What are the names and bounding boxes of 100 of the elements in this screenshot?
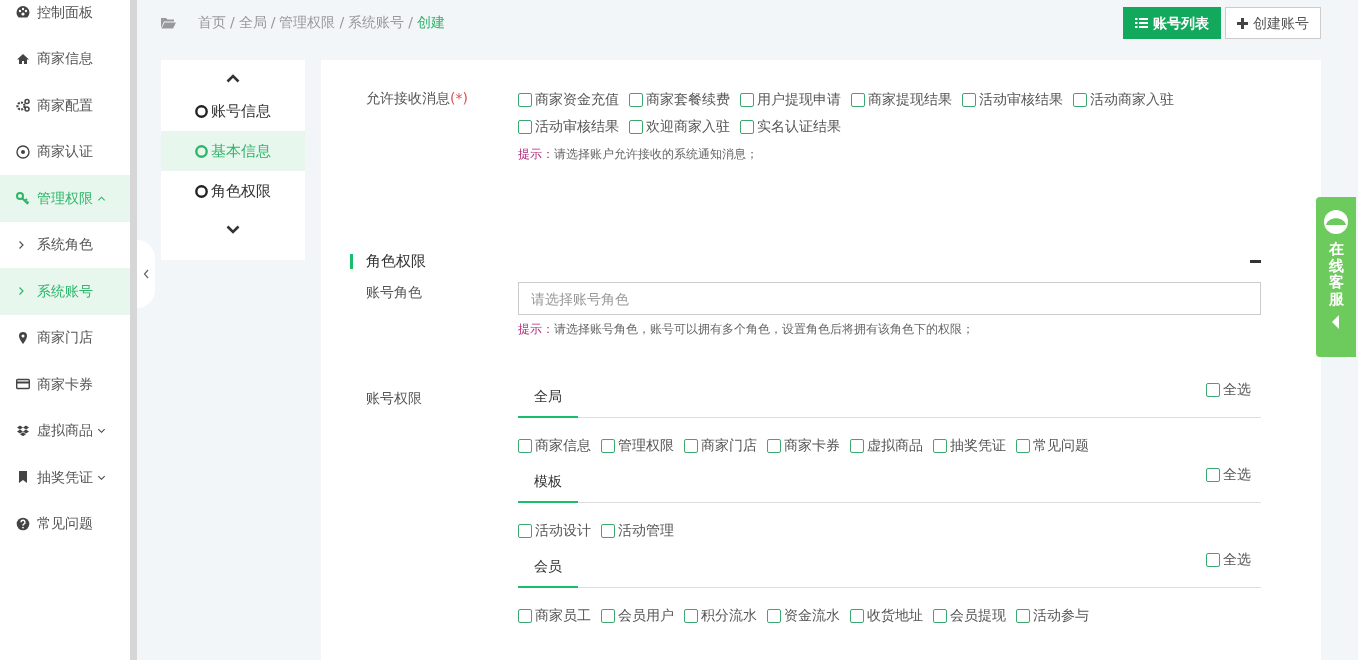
step-nav-item[interactable]: 角色权限 bbox=[161, 171, 305, 211]
key-icon bbox=[16, 191, 30, 206]
checkbox[interactable] bbox=[601, 438, 615, 453]
checkbox[interactable] bbox=[601, 608, 615, 623]
caret-down-icon bbox=[97, 426, 106, 436]
service-label: 在线客服 bbox=[1328, 241, 1344, 307]
question-icon bbox=[16, 516, 30, 531]
select-all-option[interactable]: 全选 bbox=[1206, 546, 1251, 573]
gears-icon bbox=[16, 98, 30, 113]
checkbox[interactable] bbox=[518, 608, 532, 623]
checkbox[interactable] bbox=[1206, 382, 1220, 397]
checkbox[interactable] bbox=[933, 608, 947, 623]
group-tab[interactable]: 模板 bbox=[518, 461, 578, 503]
permission-option[interactable]: 会员提现 bbox=[933, 602, 1006, 629]
permission-option[interactable]: 商家信息 bbox=[518, 432, 591, 459]
permission-option[interactable]: 活动参与 bbox=[1016, 602, 1089, 629]
checkbox[interactable] bbox=[684, 438, 698, 453]
group-tab[interactable]: 全局 bbox=[518, 376, 578, 418]
ring-icon bbox=[195, 144, 208, 158]
sidebar-item[interactable]: 常见问题 bbox=[0, 500, 130, 547]
message-option[interactable]: 商家提现结果 bbox=[851, 86, 952, 113]
checkbox[interactable] bbox=[1016, 608, 1030, 623]
gauge-icon bbox=[16, 5, 30, 20]
permission-option[interactable]: 商家员工 bbox=[518, 602, 591, 629]
sidebar-item[interactable]: 商家信息 bbox=[0, 35, 130, 82]
checkbox[interactable] bbox=[518, 119, 532, 134]
sidebar-item[interactable]: 商家配置 bbox=[0, 82, 130, 129]
permission-option[interactable]: 商家门店 bbox=[684, 432, 757, 459]
checkbox[interactable] bbox=[1206, 552, 1220, 567]
bookmark-icon bbox=[16, 470, 30, 485]
checkbox[interactable] bbox=[962, 92, 976, 107]
permission-option[interactable]: 虚拟商品 bbox=[850, 432, 923, 459]
checkbox[interactable] bbox=[1073, 92, 1087, 107]
collapse-icon[interactable] bbox=[1250, 259, 1261, 263]
permission-option[interactable]: 抽奖凭证 bbox=[933, 432, 1006, 459]
ring-icon bbox=[195, 104, 208, 118]
checkbox[interactable] bbox=[767, 608, 781, 623]
message-option[interactable]: 欢迎商家入驻 bbox=[629, 113, 730, 140]
sidebar-subitem[interactable]: 系统角色 bbox=[0, 221, 130, 268]
permission-option[interactable]: 收货地址 bbox=[850, 602, 923, 629]
checkbox[interactable] bbox=[1206, 467, 1220, 482]
message-option[interactable]: 活动审核结果 bbox=[962, 86, 1063, 113]
group-tab[interactable]: 会员 bbox=[518, 546, 578, 588]
checkbox[interactable] bbox=[684, 608, 698, 623]
chevron-down-icon bbox=[226, 225, 240, 234]
checkbox[interactable] bbox=[629, 119, 643, 134]
sidebar-item[interactable]: 抽奖凭证 bbox=[0, 454, 130, 501]
collapse-handle[interactable] bbox=[137, 240, 155, 308]
hint-label: 提示： bbox=[518, 322, 554, 336]
permission-option[interactable]: 活动设计 bbox=[518, 517, 591, 544]
role-select-field[interactable]: 请选择账号角色 bbox=[518, 282, 1261, 315]
permission-option[interactable]: 管理权限 bbox=[601, 432, 674, 459]
chevron-right-icon bbox=[18, 239, 25, 250]
sidebar-item[interactable]: 商家门店 bbox=[0, 314, 130, 361]
sidebar-item[interactable]: 商家认证 bbox=[0, 128, 130, 175]
select-all-option[interactable]: 全选 bbox=[1206, 461, 1251, 488]
permission-option[interactable]: 商家卡券 bbox=[767, 432, 840, 459]
checkbox[interactable] bbox=[1016, 438, 1030, 453]
credit-card-icon bbox=[16, 377, 30, 392]
circle-icon bbox=[16, 144, 30, 159]
message-option[interactable]: 商家套餐续费 bbox=[629, 86, 730, 113]
hint-text: 请选择账号角色，账号可以拥有多个角色，设置角色后将拥有该角色下的权限； bbox=[554, 322, 974, 336]
message-option[interactable]: 实名认证结果 bbox=[740, 113, 841, 140]
message-option[interactable]: 活动商家入驻 bbox=[1073, 86, 1174, 113]
message-option[interactable]: 商家资金充值 bbox=[518, 86, 619, 113]
permission-option[interactable]: 资金流水 bbox=[767, 602, 840, 629]
triangle-left-icon bbox=[1332, 315, 1340, 329]
message-option[interactable]: 用户提现申请 bbox=[740, 86, 841, 113]
ring-icon bbox=[195, 184, 208, 198]
permission-option[interactable]: 积分流水 bbox=[684, 602, 757, 629]
checkbox[interactable] bbox=[629, 92, 643, 107]
checkbox[interactable] bbox=[518, 438, 532, 453]
checkbox[interactable] bbox=[740, 92, 754, 107]
sidebar-item[interactable]: 虚拟商品 bbox=[0, 407, 130, 454]
checkbox[interactable] bbox=[933, 438, 947, 453]
permission-option[interactable]: 常见问题 bbox=[1016, 432, 1089, 459]
message-option[interactable]: 活动审核结果 bbox=[518, 113, 619, 140]
chevron-right-icon bbox=[18, 286, 25, 297]
sidebar-item[interactable]: 商家卡券 bbox=[0, 361, 130, 408]
checkbox[interactable] bbox=[850, 438, 864, 453]
caret-up-icon bbox=[97, 193, 106, 203]
breadcrumb-separator: / bbox=[270, 13, 276, 32]
checkbox[interactable] bbox=[518, 523, 532, 538]
select-all-option[interactable]: 全选 bbox=[1206, 376, 1251, 403]
breadcrumb-separator: / bbox=[339, 13, 345, 32]
section-title: 角色权限 bbox=[366, 250, 427, 272]
checkbox[interactable] bbox=[767, 438, 781, 453]
permission-option[interactable]: 会员用户 bbox=[601, 602, 674, 629]
sidebar-item[interactable]: 控制面板 bbox=[0, 0, 130, 36]
checkbox[interactable] bbox=[851, 92, 865, 107]
checkbox[interactable] bbox=[601, 523, 615, 538]
plus-icon bbox=[1237, 17, 1248, 29]
step-nav-item[interactable]: 账号信息 bbox=[161, 91, 305, 131]
permission-option[interactable]: 活动管理 bbox=[601, 517, 674, 544]
field-label: 允许接收消息 bbox=[366, 89, 450, 108]
breadcrumb-current: 创建 bbox=[416, 13, 445, 32]
checkbox[interactable] bbox=[740, 119, 754, 134]
create-button[interactable]: 创建账号 bbox=[1225, 7, 1321, 39]
checkbox[interactable] bbox=[850, 608, 864, 623]
checkbox[interactable] bbox=[518, 92, 532, 107]
